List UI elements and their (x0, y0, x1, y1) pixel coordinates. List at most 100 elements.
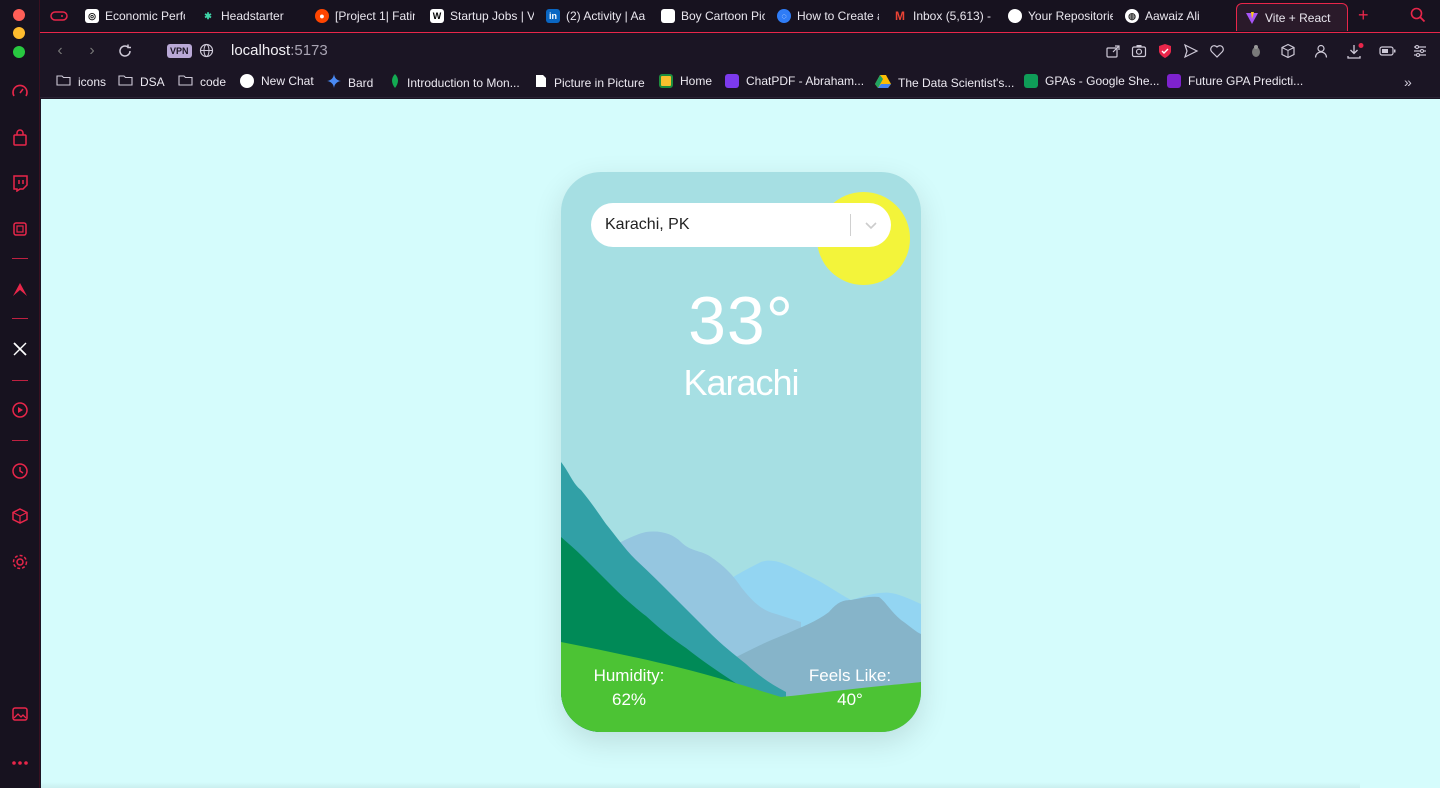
weather-card: Karachi, PK 33° Karachi Humidity: 62% Fe… (561, 172, 921, 732)
location-select-value: Karachi, PK (605, 216, 690, 233)
page-bottom-shadow (40, 782, 1360, 788)
tab-linkedin-activity[interactable]: in (2) Activity | Aa (546, 4, 646, 28)
globe-icon: ◍ (1125, 9, 1139, 23)
tab-gmail-inbox[interactable]: M Inbox (5,613) - (893, 4, 995, 28)
headstarter-icon: ✱ (204, 10, 212, 21)
sheets-icon (1024, 74, 1038, 88)
bookmark-data-scientist[interactable]: The Data Scientist's... (875, 74, 1014, 91)
settings-gear-icon[interactable] (9, 551, 31, 573)
address-toolbar: ‹ › VPN localhost:5173 (40, 32, 1440, 68)
humidity-label: Humidity: (593, 666, 665, 685)
bookmark-mongodb[interactable]: Introduction to Mon... (390, 74, 520, 91)
minimize-window-button[interactable] (13, 27, 25, 39)
bookmark-future-gpa[interactable]: Future GPA Predicti... (1167, 74, 1303, 88)
history-icon[interactable] (9, 460, 31, 482)
forward-arrow-icon[interactable]: › (82, 41, 102, 61)
folder-icon (56, 74, 71, 89)
vite-icon (1245, 11, 1259, 25)
sidebar-divider (12, 258, 28, 259)
feels-like-stat: Feels Like: 40° (790, 664, 910, 712)
bookmark-picture-in-picture[interactable]: Picture in Picture (535, 74, 645, 91)
city-name: Karachi (683, 362, 799, 403)
wellfound-icon: W (430, 9, 444, 23)
address-bar[interactable]: localhost:5173 (231, 42, 328, 59)
chatpdf-icon (725, 74, 739, 88)
share-icon[interactable] (1105, 43, 1121, 59)
openai-icon (240, 74, 254, 88)
page-icon (535, 74, 547, 91)
snapshot-camera-icon[interactable] (1131, 43, 1147, 59)
folder-icon (178, 74, 193, 89)
github-icon (1008, 9, 1022, 23)
humidity-value: 62% (611, 690, 647, 709)
extensions-cube-icon[interactable] (9, 505, 31, 527)
battery-saver-icon[interactable] (1379, 43, 1396, 59)
bookmark-chatpdf[interactable]: ChatPDF - Abraham... (725, 74, 864, 88)
profile-icon[interactable] (1313, 43, 1329, 59)
bookmark-gpas-sheet[interactable]: GPAs - Google She... (1024, 74, 1160, 88)
tab-economic-performance[interactable]: ◎ Economic Perfo (85, 4, 185, 28)
tab-how-to-create[interactable]: ◌ How to Create a (777, 4, 879, 28)
close-window-button[interactable] (13, 9, 25, 21)
easy-setup-menu-icon[interactable] (1412, 43, 1428, 59)
feels-like-value: 40° (837, 690, 863, 709)
aria-icon[interactable] (9, 278, 31, 300)
extension-icon[interactable] (1248, 43, 1264, 59)
tab-search-icon[interactable] (1410, 7, 1428, 25)
tab-headstarter[interactable]: ✱ Headstarter (201, 4, 306, 28)
forms-icon (1167, 74, 1181, 88)
url-port: :5173 (290, 42, 328, 59)
bookmark-dsa-folder[interactable]: DSA (118, 74, 165, 89)
bookmark-bard[interactable]: Bard (327, 74, 373, 91)
mongodb-icon (390, 74, 400, 91)
browser-window: ◎ Economic Perfo ✱ Headstarter ● [Projec… (0, 0, 1440, 788)
openai-icon: ◎ (85, 9, 99, 23)
page-icon (661, 9, 675, 23)
shopping-bag-icon[interactable] (9, 127, 31, 149)
favorite-heart-icon[interactable] (1209, 43, 1225, 59)
page-viewport: Karachi, PK 33° Karachi Humidity: 62% Fe… (41, 99, 1440, 788)
reload-icon[interactable] (115, 41, 135, 61)
downloads-icon[interactable] (1346, 43, 1364, 59)
x-twitter-icon[interactable] (9, 338, 31, 360)
chevron-down-icon[interactable] (851, 220, 891, 230)
wallpaper-icon[interactable] (9, 703, 31, 725)
vpn-badge[interactable]: VPN (167, 44, 192, 58)
gx-control-icon[interactable] (9, 218, 31, 240)
more-options-icon[interactable] (9, 752, 31, 774)
player-icon[interactable] (9, 399, 31, 421)
send-icon[interactable] (1183, 43, 1199, 59)
bookmark-home-classroom[interactable]: Home (659, 74, 712, 88)
feels-like-label: Feels Like: (808, 666, 892, 685)
tab-reddit-project[interactable]: ● [Project 1| Fatin (315, 4, 415, 28)
sidebar-divider (12, 440, 28, 441)
tab-boy-cartoon[interactable]: Boy Cartoon Pic (661, 4, 765, 28)
site-info-globe-icon[interactable] (199, 43, 214, 63)
new-tab-button[interactable]: + (1358, 5, 1369, 26)
speed-dial-icon[interactable] (9, 81, 31, 103)
bookmark-new-chat[interactable]: New Chat (240, 74, 314, 88)
bookmark-code-folder[interactable]: code (178, 74, 226, 89)
tab-vite-react[interactable]: Vite + React (1236, 3, 1348, 31)
bookmark-icons-folder[interactable]: icons (56, 74, 106, 89)
sidebar-divider (12, 380, 28, 381)
classroom-icon (659, 74, 673, 88)
tab-github-repositories[interactable]: Your Repositorie (1008, 4, 1113, 28)
bookmarks-bar: icons DSA code New Chat Bard Introductio… (40, 68, 1440, 98)
location-select[interactable]: Karachi, PK (591, 203, 891, 247)
back-arrow-icon[interactable]: ‹ (50, 41, 70, 61)
tab-aawaiz-ali[interactable]: ◍ Aawaiz Ali (1125, 4, 1225, 28)
gx-gamepad-icon[interactable] (50, 4, 68, 28)
zoom-window-button[interactable] (13, 46, 25, 58)
twitch-icon[interactable] (9, 172, 31, 194)
linkedin-icon: in (546, 9, 560, 23)
globe-icon: ◌ (777, 9, 791, 23)
extensions-box-icon[interactable] (1280, 43, 1296, 59)
tab-strip: ◎ Economic Perfo ✱ Headstarter ● [Projec… (40, 0, 1440, 32)
gmail-icon: M (895, 9, 905, 23)
tab-startup-jobs[interactable]: W Startup Jobs | V (430, 4, 534, 28)
landscape-illustration (561, 462, 921, 732)
bookmarks-overflow-icon[interactable]: » (1404, 74, 1412, 90)
ad-blocker-shield-icon[interactable] (1157, 43, 1173, 59)
sidebar-divider (12, 318, 28, 319)
